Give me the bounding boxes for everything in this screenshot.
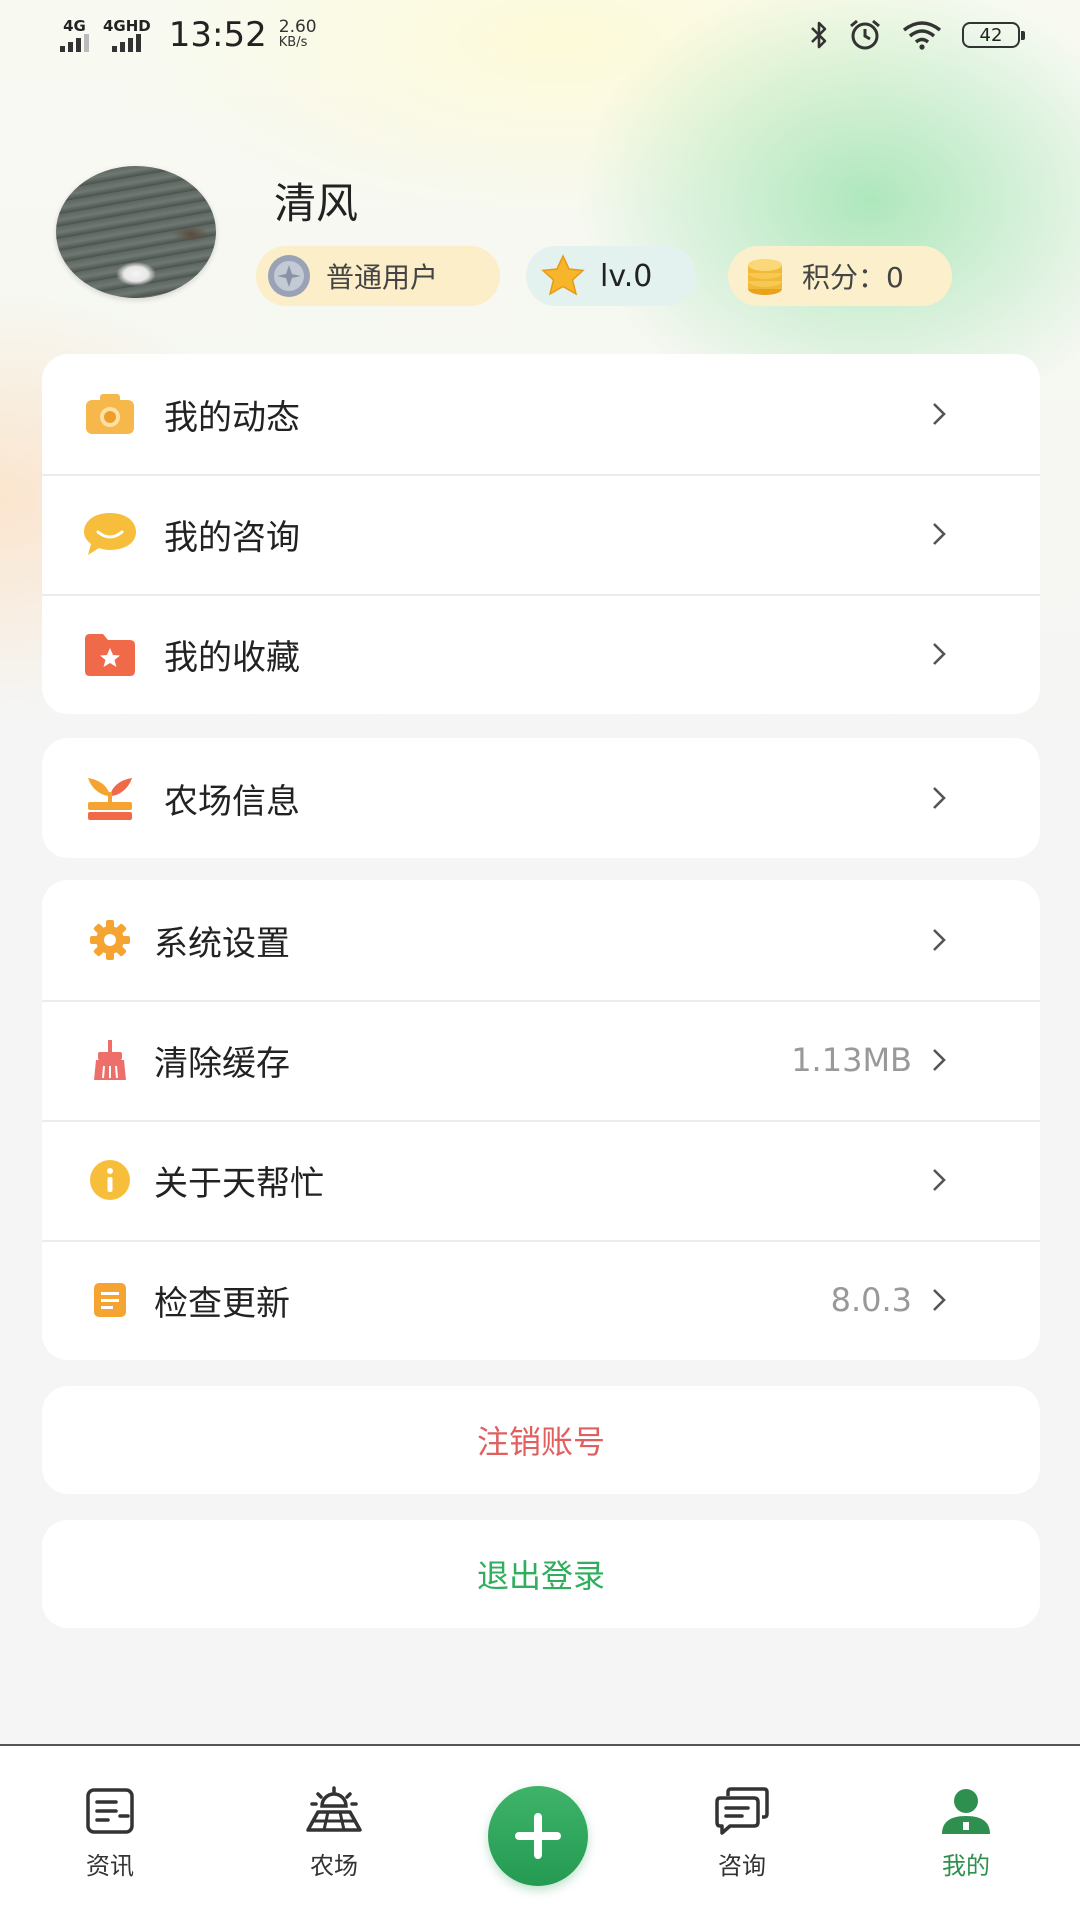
alarm-icon [850, 19, 880, 50]
deactivate-account-label: 注销账号 [476, 1423, 605, 1461]
person-icon [942, 1789, 990, 1834]
signal-1-label: 4G [63, 17, 86, 35]
plus-icon [515, 1813, 561, 1859]
menu-item-label: 我的动态 [164, 397, 300, 438]
deactivate-account-button[interactable]: 注销账号 [42, 1386, 1040, 1494]
logout-label: 退出登录 [476, 1557, 605, 1595]
wifi-icon [902, 21, 942, 50]
chevron-right-icon [926, 641, 952, 667]
menu-card-system: 系统设置 清除缓存 1.13MB 关于天帮忙 检查更新 8.0.3 [42, 880, 1040, 1360]
coins-icon [740, 251, 790, 301]
signal-1: 4G [60, 18, 89, 52]
signal-2-label: 4GHD [103, 17, 151, 35]
battery-icon: 42 [962, 22, 1025, 48]
cache-size: 1.13MB [791, 1041, 912, 1079]
menu-item-system-settings[interactable]: 系统设置 [42, 880, 1040, 1000]
menu-item-clear-cache[interactable]: 清除缓存 1.13MB [42, 1000, 1040, 1120]
battery-level: 42 [979, 24, 1003, 46]
menu-item-label: 检查更新 [154, 1283, 290, 1324]
gear-icon [82, 912, 138, 968]
menu-card-personal: 我的动态 我的咨询 我的收藏 [42, 354, 1040, 714]
tab-label: 资讯 [86, 1852, 134, 1880]
add-button[interactable] [488, 1786, 588, 1886]
status-time: 13:52 [168, 15, 267, 55]
tab-label: 我的 [942, 1852, 990, 1880]
username: 清风 [274, 179, 359, 228]
menu-item-label: 关于天帮忙 [154, 1163, 324, 1204]
signal-bars-icon [60, 34, 89, 52]
status-bar: 4G 4GHD 13:52 2.60 KB/s 42 [0, 0, 1080, 70]
menu-item-my-consultations[interactable]: 我的咨询 [42, 474, 1040, 594]
tab-news[interactable]: 资讯 [30, 1746, 190, 1920]
menu-item-label: 我的收藏 [164, 637, 300, 678]
broom-icon [82, 1032, 138, 1088]
tab-consult[interactable]: 咨询 [662, 1746, 822, 1920]
menu-item-about[interactable]: 关于天帮忙 [42, 1120, 1040, 1240]
menu-item-label: 清除缓存 [154, 1043, 290, 1084]
avatar[interactable] [56, 166, 216, 298]
document-icon [82, 1272, 138, 1328]
net-speed-value: 2.60 [278, 17, 317, 37]
app-version: 8.0.3 [830, 1281, 912, 1319]
star-folder-icon [82, 626, 138, 682]
chevron-right-icon [926, 785, 952, 811]
chat-icon [715, 1787, 769, 1835]
level-badge: lv.0 [526, 246, 696, 306]
net-speed-unit: KB/s [278, 35, 308, 50]
points-badge[interactable]: 积分：0 [728, 246, 952, 306]
menu-item-my-posts[interactable]: 我的动态 [42, 354, 1040, 474]
tab-farm[interactable]: 农场 [254, 1746, 414, 1920]
menu-item-my-favorites[interactable]: 我的收藏 [42, 594, 1040, 714]
camera-icon [82, 386, 138, 442]
tab-mine[interactable]: 我的 [886, 1746, 1046, 1920]
net-speed: 2.60 KB/s [279, 19, 317, 51]
medal-icon [264, 251, 314, 301]
points-label: 积分：0 [802, 261, 904, 294]
chevron-right-icon [926, 927, 952, 953]
signal-bars-icon [112, 34, 142, 52]
star-icon [538, 251, 588, 301]
chevron-right-icon [926, 521, 952, 547]
menu-card-farm: 农场信息 [42, 738, 1040, 858]
farm-sun-icon [306, 1786, 362, 1832]
chat-bubble-icon [82, 506, 138, 562]
menu-item-farm-info[interactable]: 农场信息 [42, 738, 1040, 858]
logout-button[interactable]: 退出登录 [42, 1520, 1040, 1628]
menu-item-label: 农场信息 [164, 781, 300, 822]
user-type-badge: 普通用户 [256, 246, 500, 306]
chevron-right-icon [926, 1287, 952, 1313]
news-icon [86, 1788, 134, 1834]
info-icon [82, 1152, 138, 1208]
menu-item-label: 系统设置 [154, 923, 290, 964]
chevron-right-icon [926, 1047, 952, 1073]
tab-label: 农场 [310, 1852, 358, 1880]
level-label: lv.0 [600, 258, 653, 294]
signal-2: 4GHD [103, 18, 151, 52]
user-type-label: 普通用户 [326, 261, 439, 294]
menu-item-check-update[interactable]: 检查更新 8.0.3 [42, 1240, 1040, 1360]
chevron-right-icon [926, 401, 952, 427]
farm-icon [82, 770, 138, 826]
menu-item-label: 我的咨询 [164, 517, 300, 558]
bluetooth-icon [811, 21, 827, 49]
chevron-right-icon [926, 1167, 952, 1193]
tab-label: 咨询 [718, 1852, 766, 1880]
